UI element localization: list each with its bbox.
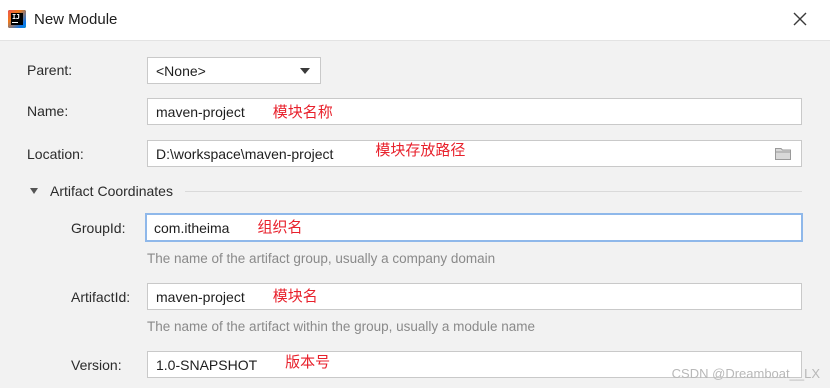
groupid-label: GroupId: xyxy=(71,220,126,236)
name-annotation: 模块名称 xyxy=(272,103,333,121)
artifactid-annotation: 模块名 xyxy=(272,287,318,305)
chevron-down-icon xyxy=(300,68,310,74)
dialog-title: New Module xyxy=(34,11,118,28)
parent-label: Parent: xyxy=(27,62,73,78)
groupid-value: com.itheima xyxy=(154,219,230,236)
artifactid-hint: The name of the artifact within the grou… xyxy=(147,319,535,334)
location-label: Location: xyxy=(27,146,84,162)
location-value: D:\workspace\maven-project xyxy=(156,145,334,162)
close-icon xyxy=(793,12,807,26)
folder-icon[interactable] xyxy=(775,147,791,160)
intellij-logo-icon: IJ xyxy=(8,10,26,28)
close-button[interactable] xyxy=(790,9,810,29)
artifact-coordinates-toggle[interactable]: Artifact Coordinates xyxy=(30,182,802,200)
groupid-hint: The name of the artifact group, usually … xyxy=(147,251,496,266)
location-annotation: 模块存放路径 xyxy=(375,141,466,159)
name-label: Name: xyxy=(27,103,69,119)
name-value: maven-project xyxy=(156,103,245,120)
watermark: CSDN @Dreamboat__LX xyxy=(671,366,820,381)
section-divider xyxy=(184,190,802,192)
artifact-coordinates-label: Artifact Coordinates xyxy=(50,183,173,199)
dialog-titlebar: IJ New Module xyxy=(0,0,830,41)
triangle-down-icon xyxy=(30,188,38,194)
name-input[interactable]: maven-project 模块名称 xyxy=(147,98,802,125)
artifactid-value: maven-project xyxy=(156,288,245,305)
parent-value: <None> xyxy=(156,62,206,79)
location-input[interactable]: D:\workspace\maven-project 模块存放路径 xyxy=(147,140,802,167)
groupid-annotation: 组织名 xyxy=(257,217,303,236)
groupid-input[interactable]: com.itheima 组织名 xyxy=(145,213,803,242)
version-value: 1.0-SNAPSHOT xyxy=(156,356,258,373)
artifactid-label: ArtifactId: xyxy=(71,289,131,305)
parent-dropdown[interactable]: <None> xyxy=(147,57,321,84)
artifactid-input[interactable]: maven-project 模块名 xyxy=(147,283,802,310)
version-label: Version: xyxy=(71,357,122,373)
version-annotation: 版本号 xyxy=(285,353,331,371)
